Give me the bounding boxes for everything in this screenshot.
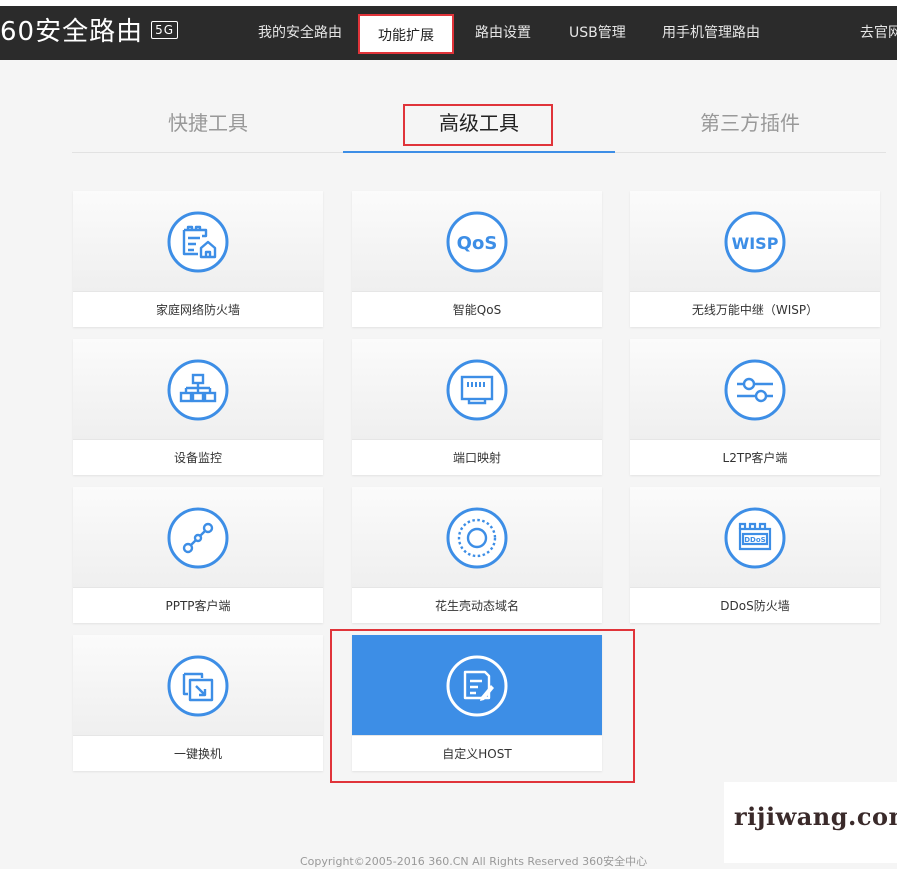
nav-official-site[interactable]: 去官网 <box>860 20 897 46</box>
tool-tabs: 快捷工具 高级工具 第三方插件 <box>72 96 886 153</box>
ddos-firewall-icon: DDoS <box>723 506 787 570</box>
firewall-home-icon <box>166 210 230 274</box>
tile-label: 花生壳动态域名 <box>352 587 602 624</box>
top-strip <box>0 0 897 6</box>
qos-icon: QoS <box>445 210 509 274</box>
nav-mobile-management[interactable]: 用手机管理路由 <box>662 20 760 46</box>
peanut-dns-icon <box>445 506 509 570</box>
tab-quick-tools-label: 快捷工具 <box>168 111 248 135</box>
tile-pptp-client[interactable]: PPTP客户端 <box>73 487 323 623</box>
tile-label: 端口映射 <box>352 439 602 476</box>
tab-third-party-plugins[interactable]: 第三方插件 <box>614 96 886 152</box>
tile-label: 设备监控 <box>73 439 323 476</box>
custom-host-highlight-box <box>330 629 635 783</box>
switch-device-icon <box>166 654 230 718</box>
tile-port-mapping[interactable]: 端口映射 <box>352 339 602 475</box>
tile-one-click-switch[interactable]: 一键换机 <box>73 635 323 771</box>
watermark: rijiwang.com <box>724 782 897 863</box>
tab-third-party-plugins-label: 第三方插件 <box>700 111 800 135</box>
link-icon <box>166 506 230 570</box>
tile-label: 一键换机 <box>73 735 323 772</box>
network-tree-icon <box>166 358 230 422</box>
ddos-icon-text: DDoS <box>744 536 765 544</box>
brand-name: 60安全路由 <box>0 17 144 47</box>
wisp-icon: WISP <box>723 210 787 274</box>
tile-device-monitor[interactable]: 设备监控 <box>73 339 323 475</box>
qos-icon-text: QoS <box>457 233 498 254</box>
nav-my-router[interactable]: 我的安全路由 <box>258 20 342 46</box>
tile-label: DDoS防火墙 <box>630 587 880 624</box>
nav-router-settings[interactable]: 路由设置 <box>475 20 531 46</box>
tile-label: PPTP客户端 <box>73 587 323 624</box>
ethernet-port-icon <box>445 358 509 422</box>
badge-5g: 5G <box>151 20 179 39</box>
tile-smart-qos[interactable]: QoS 智能QoS <box>352 191 602 327</box>
tab-quick-tools[interactable]: 快捷工具 <box>72 96 344 152</box>
watermark-text: rijiwang.com <box>734 802 897 831</box>
wisp-icon-text: WISP <box>732 234 779 253</box>
tile-label: 无线万能中继（WISP） <box>630 291 880 328</box>
tile-home-firewall[interactable]: 家庭网络防火墙 <box>73 191 323 327</box>
brand-logo[interactable]: 60安全路由 5G <box>0 17 179 47</box>
tab-advanced-tools[interactable]: 高级工具 <box>343 96 615 153</box>
sliders-icon <box>723 358 787 422</box>
tab-active-underline <box>343 151 615 153</box>
tile-label: 智能QoS <box>352 291 602 328</box>
footer-copyright: Copyright©2005-2016 360.CN All Rights Re… <box>300 855 648 868</box>
tile-label: L2TP客户端 <box>630 439 880 476</box>
tile-wisp[interactable]: WISP 无线万能中继（WISP） <box>630 191 880 327</box>
tile-label: 家庭网络防火墙 <box>73 291 323 328</box>
tile-peanut-dns[interactable]: 花生壳动态域名 <box>352 487 602 623</box>
tile-ddos-firewall[interactable]: DDoS DDoS防火墙 <box>630 487 880 623</box>
tile-l2tp-client[interactable]: L2TP客户端 <box>630 339 880 475</box>
tab-advanced-tools-label: 高级工具 <box>439 111 519 135</box>
top-nav-bar: 60安全路由 5G 我的安全路由 功能扩展 路由设置 USB管理 用手机管理路由 … <box>0 0 897 60</box>
nav-extensions[interactable]: 功能扩展 <box>358 14 454 54</box>
nav-usb-management[interactable]: USB管理 <box>569 20 626 46</box>
